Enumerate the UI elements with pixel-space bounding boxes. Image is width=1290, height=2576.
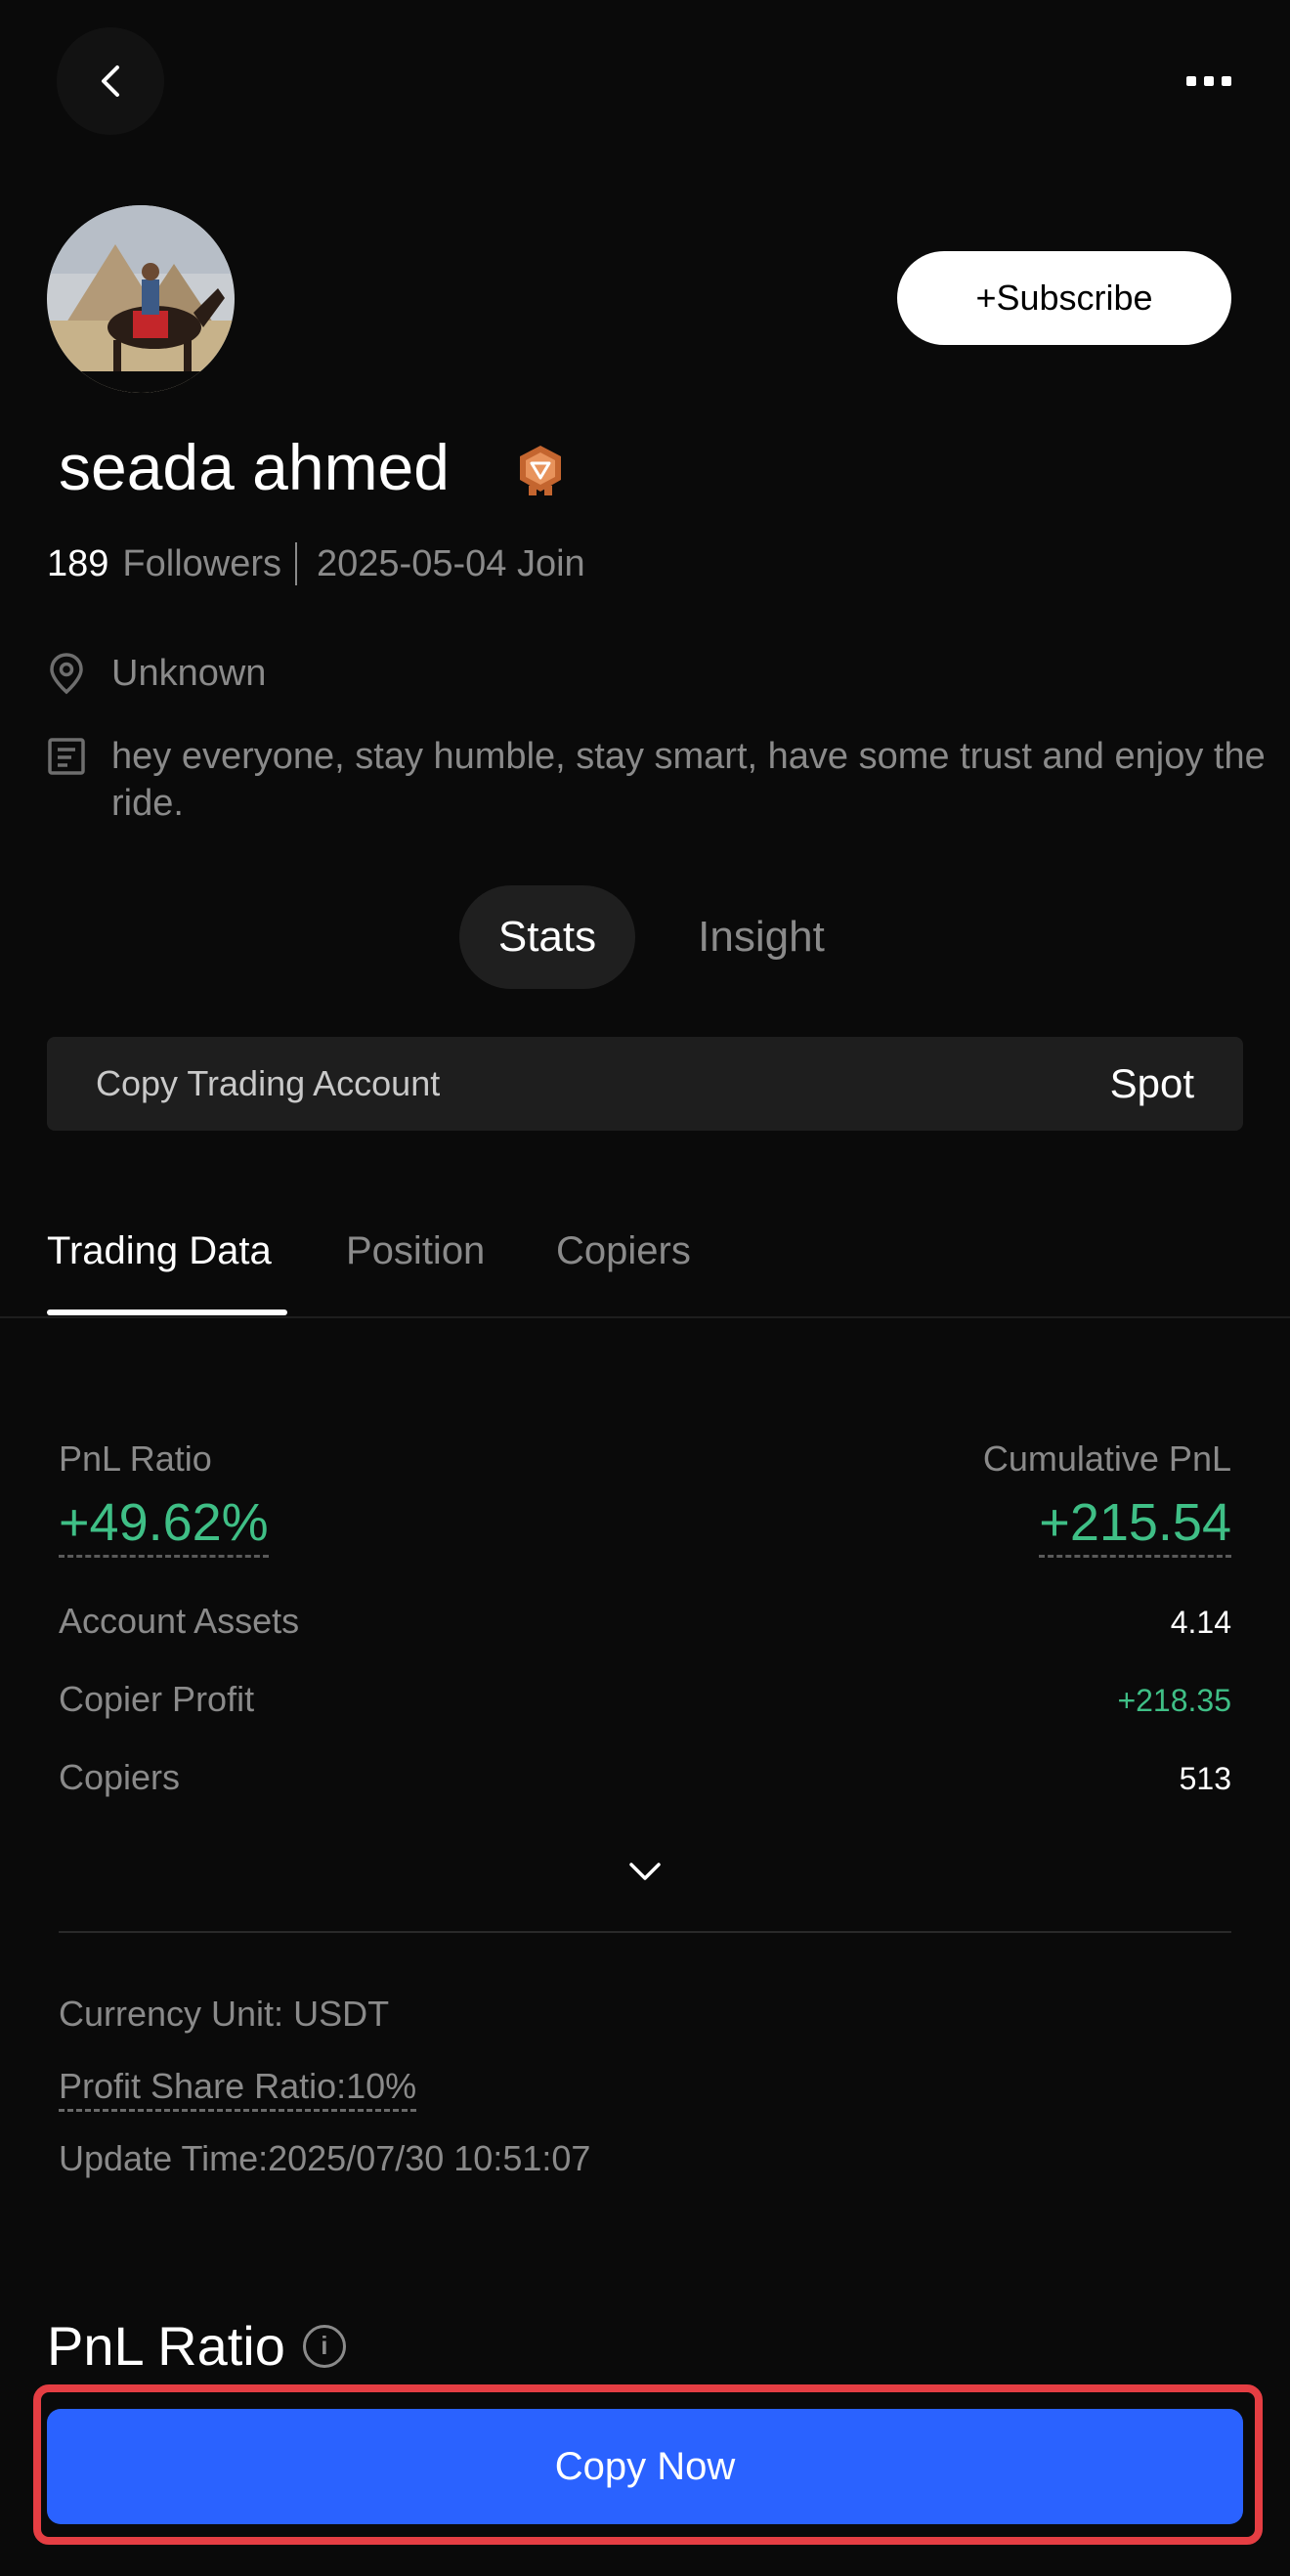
copier-profit-label: Copier Profit — [59, 1679, 255, 1719]
location-text: Unknown — [111, 653, 267, 694]
currency-unit: Currency Unit: USDT — [59, 1994, 390, 2034]
expand-button[interactable] — [625, 1852, 665, 1891]
section-title-text: PnL Ratio — [47, 2315, 285, 2377]
account-label: Copy Trading Account — [96, 1063, 441, 1103]
tab-insight[interactable]: Insight — [672, 885, 850, 989]
pnl-ratio-value[interactable]: +49.62% — [59, 1495, 269, 1558]
divider — [295, 542, 298, 585]
document-icon — [47, 733, 86, 780]
chevron-down-icon — [629, 1863, 661, 1880]
divider — [59, 1931, 1231, 1933]
tab-copiers[interactable]: Copiers — [556, 1229, 691, 1273]
divider — [0, 1316, 1290, 1318]
followers-row: 189 Followers 2025-05-04 Join — [47, 542, 585, 585]
account-type: Spot — [1109, 1060, 1194, 1106]
pnl-ratio-label: PnL Ratio — [59, 1438, 212, 1479]
bio-row: hey everyone, stay humble, stay smart, h… — [47, 733, 1284, 827]
pnl-ratio-section-title: PnL Ratio i — [47, 2314, 346, 2378]
account-assets-value: 4.14 — [1170, 1605, 1231, 1640]
avatar[interactable] — [47, 205, 235, 393]
cumulative-pnl-value[interactable]: +215.54 — [1039, 1495, 1231, 1558]
copy-now-button[interactable]: Copy Now — [47, 2409, 1243, 2524]
copy-trading-account-bar[interactable]: Copy Trading Account Spot — [47, 1037, 1243, 1131]
active-tab-indicator — [47, 1309, 287, 1315]
copier-profit-value: +218.35 — [1117, 1683, 1231, 1718]
cumulative-pnl-label: Cumulative PnL — [982, 1438, 1231, 1479]
more-button[interactable] — [1175, 57, 1243, 106]
followers-count: 189 — [47, 542, 109, 584]
profit-share-ratio[interactable]: Profit Share Ratio:10% — [59, 2066, 417, 2112]
update-time: Update Time:2025/07/30 10:51:07 — [59, 2138, 591, 2178]
tab-position[interactable]: Position — [346, 1229, 485, 1273]
subscribe-button[interactable]: +Subscribe — [897, 251, 1231, 345]
back-button[interactable] — [57, 27, 164, 135]
chevron-left-icon — [102, 65, 119, 97]
rank-badge-icon — [515, 443, 566, 497]
copiers-value: 513 — [1179, 1761, 1231, 1796]
bio-text: hey everyone, stay humble, stay smart, h… — [111, 736, 1266, 824]
copiers-label: Copiers — [59, 1757, 181, 1797]
more-horizontal-icon — [1186, 76, 1196, 86]
join-date: 2025-05-04 Join — [317, 542, 585, 584]
tab-stats[interactable]: Stats — [459, 885, 635, 989]
tab-trading-data[interactable]: Trading Data — [47, 1229, 272, 1273]
location-pin-icon — [47, 650, 86, 697]
location-row: Unknown — [47, 650, 1284, 697]
account-assets-label: Account Assets — [59, 1601, 300, 1641]
followers-label[interactable]: Followers — [122, 543, 281, 585]
info-icon[interactable]: i — [302, 2324, 346, 2368]
profile-name: seada ahmed — [59, 431, 450, 503]
